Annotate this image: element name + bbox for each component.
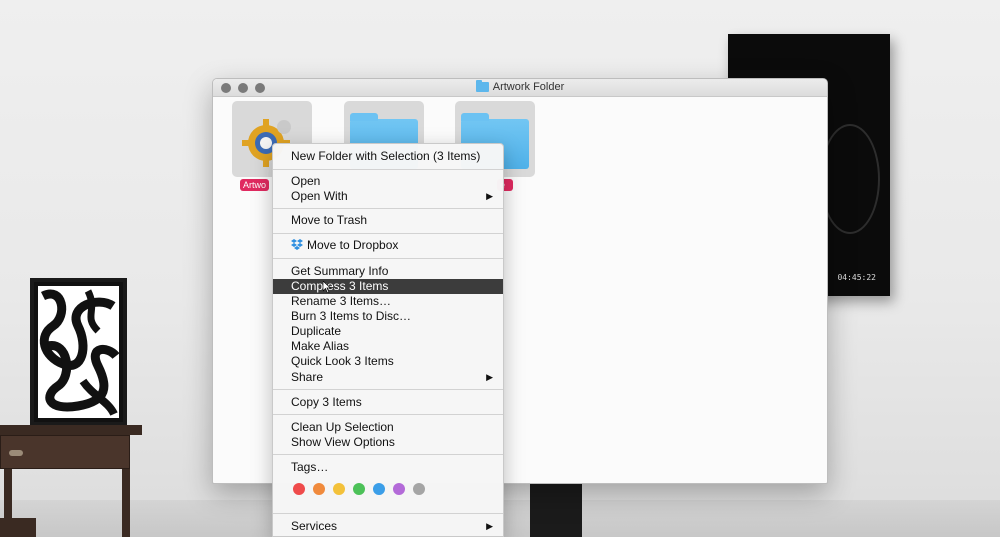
menu-item-make-alias[interactable]: Make Alias xyxy=(273,339,503,354)
menu-item-label: Quick Look 3 Items xyxy=(291,354,394,368)
menu-item-label: Tags… xyxy=(291,460,329,474)
menu-separator xyxy=(273,513,503,514)
submenu-arrow-icon: ▶ xyxy=(486,372,493,382)
menu-separator xyxy=(273,233,503,234)
framed-artwork-left xyxy=(30,278,127,426)
maze-artwork xyxy=(38,286,119,418)
menu-item-label: Move to Dropbox xyxy=(307,238,399,252)
menu-item-quick-look[interactable]: Quick Look 3 Items xyxy=(273,354,503,369)
menu-separator xyxy=(273,169,503,170)
tag-gray-dot[interactable] xyxy=(413,483,425,495)
menu-item-label: Duplicate xyxy=(291,324,342,338)
tag-yellow-dot[interactable] xyxy=(333,483,345,495)
menu-item-label: Burn 3 Items to Disc… xyxy=(291,309,412,323)
menu-item-label: Share xyxy=(291,370,324,384)
menu-item-move-to-dropbox[interactable]: Move to Dropbox xyxy=(273,238,503,253)
tag-green-dot[interactable] xyxy=(353,483,365,495)
menu-item-label: Move to Trash xyxy=(291,213,368,227)
menu-separator xyxy=(273,389,503,390)
menu-item-label: Copy 3 Items xyxy=(291,395,362,409)
menu-item-show-view-options[interactable]: Show View Options xyxy=(273,435,503,450)
menu-item-label: Get Summary Info xyxy=(291,264,389,278)
menu-item-share[interactable]: Share ▶ xyxy=(273,370,503,385)
menu-item-open[interactable]: Open xyxy=(273,174,503,189)
menu-item-compress[interactable]: Compress 3 Items xyxy=(273,279,503,294)
menu-item-copy[interactable]: Copy 3 Items xyxy=(273,395,503,410)
menu-item-label: Make Alias xyxy=(291,339,350,353)
menu-item-services[interactable]: Services ▶ xyxy=(273,519,503,534)
tag-red-dot[interactable] xyxy=(293,483,305,495)
menu-item-label: Open xyxy=(291,174,321,188)
menu-item-new-folder-with-selection[interactable]: New Folder with Selection (3 Items) xyxy=(273,149,503,164)
context-menu[interactable]: New Folder with Selection (3 Items) Open… xyxy=(272,143,504,537)
tag-blue-dot[interactable] xyxy=(373,483,385,495)
menu-item-open-with[interactable]: Open With ▶ xyxy=(273,189,503,204)
file-name-label-1[interactable]: Artwo xyxy=(240,179,270,191)
dropbox-icon xyxy=(291,239,303,250)
menu-item-move-to-trash[interactable]: Move to Trash xyxy=(273,213,503,228)
menu-item-label: New Folder with Selection (3 Items) xyxy=(291,149,481,163)
submenu-arrow-icon: ▶ xyxy=(486,521,493,531)
menu-item-get-summary-info[interactable]: Get Summary Info xyxy=(273,264,503,279)
menu-item-label: Compress 3 Items xyxy=(291,279,389,293)
menu-item-clean-up-selection[interactable]: Clean Up Selection xyxy=(273,420,503,435)
menu-item-tags[interactable]: Tags… xyxy=(273,460,503,475)
title-bar[interactable]: Artwork Folder xyxy=(213,79,827,97)
tag-orange-dot[interactable] xyxy=(313,483,325,495)
tag-purple-dot[interactable] xyxy=(393,483,405,495)
menu-item-burn[interactable]: Burn 3 Items to Disc… xyxy=(273,309,503,324)
tag-color-row xyxy=(293,483,425,495)
menu-item-label: Clean Up Selection xyxy=(291,420,394,434)
menu-item-label: Show View Options xyxy=(291,435,395,449)
submenu-arrow-icon: ▶ xyxy=(486,191,493,201)
stool xyxy=(0,518,36,537)
person-legs xyxy=(530,484,582,537)
menu-item-rename[interactable]: Rename 3 Items… xyxy=(273,294,503,309)
window-title-text: Artwork Folder xyxy=(492,81,565,93)
menu-item-label: Open With xyxy=(291,189,348,203)
menu-separator xyxy=(273,258,503,259)
folder-icon xyxy=(475,80,489,92)
window-title: Artwork Folder xyxy=(213,80,827,93)
mouse-cursor-icon xyxy=(323,281,331,293)
menu-separator xyxy=(273,208,503,209)
menu-separator xyxy=(273,414,503,415)
menu-item-label: Rename 3 Items… xyxy=(291,294,392,308)
menu-item-label: Services xyxy=(291,519,338,533)
menu-separator xyxy=(273,454,503,455)
menu-item-duplicate[interactable]: Duplicate xyxy=(273,324,503,339)
clock-readout: 04:45:22 xyxy=(837,273,876,282)
